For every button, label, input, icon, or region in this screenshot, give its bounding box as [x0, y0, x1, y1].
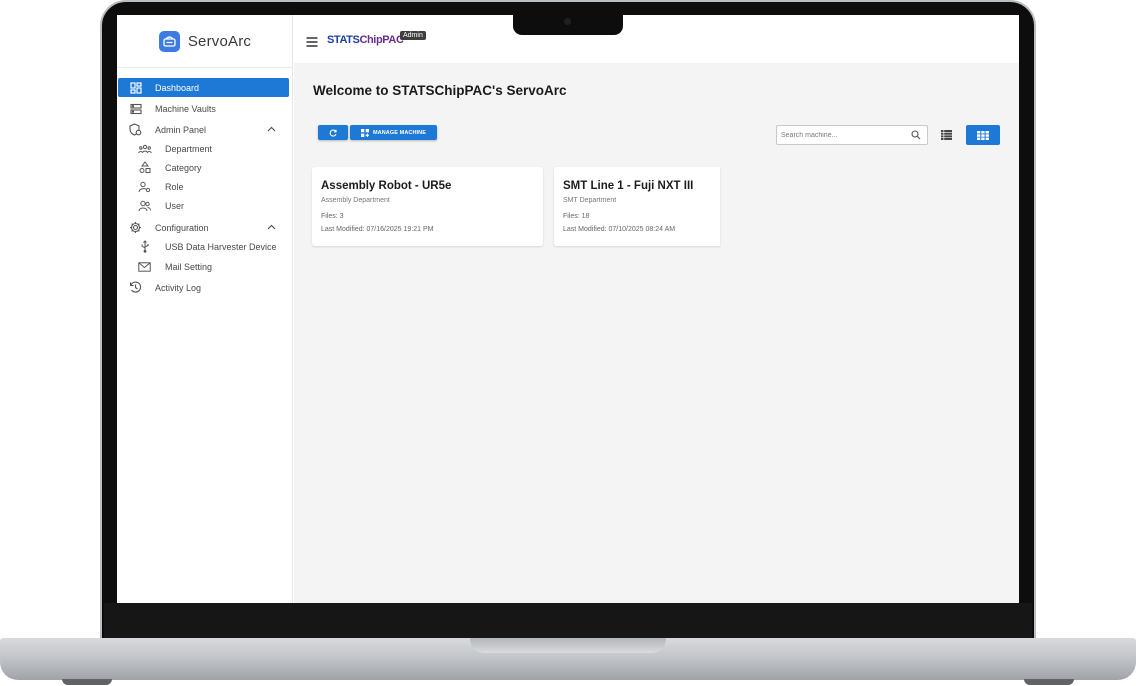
machine-file-count: Files: 3 [321, 213, 344, 220]
machine-file-count: Files: 18 [563, 213, 590, 220]
sidebar-item-user[interactable]: User [118, 196, 289, 215]
brand-name: ServoArc [187, 32, 252, 50]
sidebar-item-label: Category [165, 163, 202, 173]
manage-machine-button[interactable]: MANAGE MACHINE [350, 125, 437, 140]
main-content: Welcome to STATSChipPAC's ServoArc MANAG… [294, 63, 1019, 603]
camera-notch [513, 14, 623, 35]
machine-department: SMT Department [563, 197, 617, 204]
manage-machine-label: MANAGE MACHINE [372, 129, 427, 136]
laptop-foot [62, 679, 112, 685]
camera-icon [564, 18, 571, 25]
admin-shield-icon [128, 122, 143, 137]
laptop-foot [1024, 679, 1074, 685]
sidebar-item-admin-panel[interactable]: Admin Panel [118, 120, 289, 139]
laptop-mockup: ServoArc Dashboard Machine Vaults Admin … [0, 0, 1136, 686]
group-icon [137, 141, 152, 156]
sidebar-item-label: Department [165, 144, 213, 154]
storage-icon [128, 101, 143, 116]
sidebar-item-activity-log[interactable]: Activity Log [118, 278, 289, 297]
chevron-up-icon[interactable] [266, 222, 277, 233]
logo-text-stats: STATS [327, 34, 360, 46]
dashboard-icon [128, 80, 143, 95]
sidebar-item-configuration[interactable]: Configuration [118, 218, 289, 237]
sidebar-item-label: User [165, 201, 185, 211]
sidebar-item-mail-setting[interactable]: Mail Setting [118, 257, 289, 276]
sidebar-item-label: Mail Setting [165, 262, 213, 272]
grid-view-icon [977, 130, 989, 140]
role-badge: Admin [400, 31, 426, 40]
sidebar-item-label: Activity Log [155, 283, 202, 293]
laptop-hinge [104, 603, 1032, 640]
category-icon [137, 160, 152, 175]
usb-icon [137, 239, 152, 254]
brand[interactable]: ServoArc [117, 15, 293, 68]
sidebar-item-machine-vaults[interactable]: Machine Vaults [118, 99, 289, 118]
refresh-icon [329, 129, 337, 137]
sidebar-item-category[interactable]: Category [118, 158, 289, 177]
sidebar-item-dashboard[interactable]: Dashboard [118, 78, 289, 97]
sidebar-item-label: Dashboard [155, 83, 200, 93]
machine-name: Assembly Robot - UR5e [321, 180, 452, 192]
sidebar-item-label: Role [165, 182, 184, 192]
gear-icon [128, 220, 143, 235]
sidebar-item-department[interactable]: Department [118, 139, 289, 158]
sidebar-item-label: Admin Panel [155, 125, 207, 135]
menu-icon[interactable] [306, 37, 318, 47]
machine-last-modified: Last Modified: 07/16/2025 19:21 PM [321, 226, 434, 233]
list-view-icon[interactable] [939, 127, 954, 142]
machine-card[interactable]: SMT Line 1 - Fuji NXT III SMT Department… [554, 167, 720, 246]
user-icon [137, 198, 152, 213]
sidebar-item-label: Machine Vaults [155, 104, 216, 114]
page-title: Welcome to STATSChipPAC's ServoArc [313, 83, 567, 98]
machine-last-modified: Last Modified: 07/10/2025 08:24 AM [563, 226, 676, 233]
mail-icon [137, 259, 152, 274]
sidebar-item-role[interactable]: Role [118, 177, 289, 196]
chevron-up-icon[interactable] [266, 124, 277, 135]
search-icon[interactable] [911, 130, 921, 140]
topbar: STATSChipPAC Admin SA [294, 15, 1019, 63]
machine-department: Assembly Department [321, 197, 390, 204]
logo-text-chippac: ChipPAC [359, 34, 404, 46]
machine-name: SMT Line 1 - Fuji NXT III [563, 180, 694, 192]
role-icon [137, 179, 152, 194]
sidebar: ServoArc Dashboard Machine Vaults Admin … [117, 15, 293, 603]
refresh-button[interactable] [318, 125, 348, 140]
sidebar-item-label: Configuration [155, 223, 209, 233]
search-input[interactable] [781, 129, 901, 141]
grid-view-button[interactable] [966, 125, 1000, 145]
history-icon [128, 280, 143, 295]
sidebar-item-label: USB Data Harvester Device [165, 242, 277, 252]
company-logo[interactable]: STATSChipPAC [327, 34, 404, 46]
servoarc-logo-icon [158, 30, 180, 52]
sidebar-item-usb-harvester[interactable]: USB Data Harvester Device [118, 237, 289, 256]
laptop-opening-lip [470, 638, 666, 653]
dashboard-customize-icon [360, 128, 369, 137]
machine-card[interactable]: Assembly Robot - UR5e Assembly Departmen… [312, 167, 543, 246]
search-field[interactable] [776, 125, 928, 145]
app-screen: ServoArc Dashboard Machine Vaults Admin … [117, 15, 1019, 603]
